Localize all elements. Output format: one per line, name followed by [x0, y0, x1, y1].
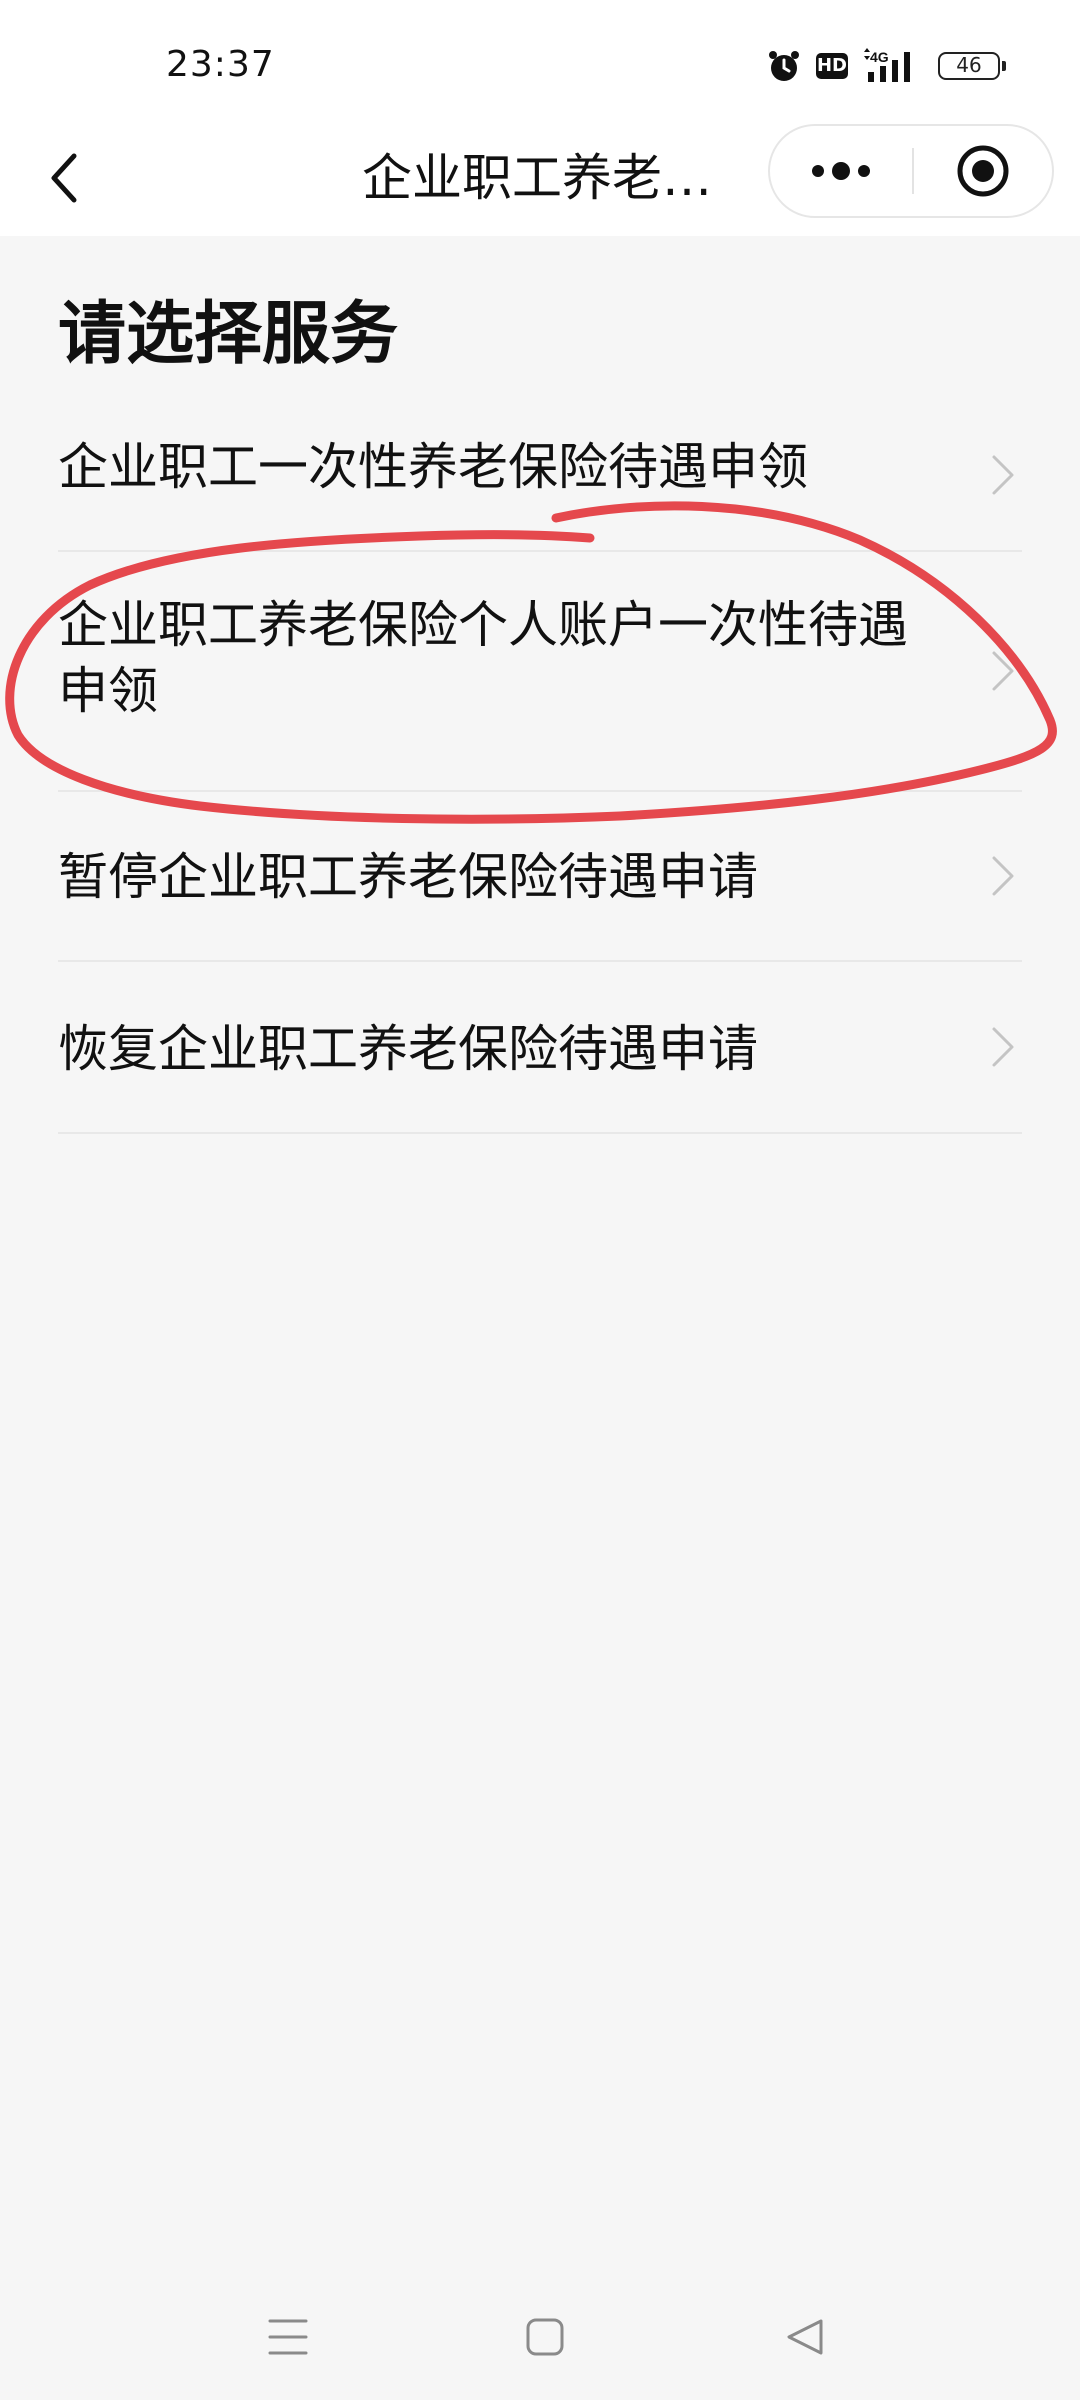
miniprogram-capsule: [768, 124, 1054, 218]
back-icon: [51, 153, 77, 203]
more-icon: [812, 162, 870, 180]
service-item-label: 企业职工一次性养老保险待遇申领: [58, 438, 808, 496]
back-button[interactable]: [28, 142, 100, 214]
system-nav-bar: [0, 2290, 1080, 2380]
menu-icon: [268, 2319, 308, 2355]
service-item-suspend-pension[interactable]: 暂停企业职工养老保险待遇申请: [58, 792, 1022, 962]
screen: 23:37 HD 4G 46 企业职工养老… 请选择服务 企业职工一次性养老保险…: [0, 0, 1080, 2400]
alarm-icon: [769, 51, 799, 81]
more-button[interactable]: [770, 126, 912, 216]
home-icon: [526, 2318, 564, 2356]
back-triangle-icon: [787, 2319, 823, 2355]
service-item-label: 恢复企业职工养老保险待遇申请: [58, 1020, 758, 1078]
service-item-label: 企业职工养老保险个人账户一次性待遇 申领: [58, 596, 908, 720]
menu-button[interactable]: [258, 2310, 318, 2364]
page-title: 企业职工养老…: [362, 149, 712, 207]
chevron-right-icon: [992, 455, 1014, 495]
system-back-button[interactable]: [775, 2310, 835, 2364]
section-title: 请选择服务: [58, 295, 399, 374]
chevron-right-icon: [992, 651, 1014, 691]
hd-icon: HD: [816, 53, 848, 79]
service-item-label: 暂停企业职工养老保险待遇申请: [58, 848, 758, 906]
status-icons: HD 4G 46: [766, 44, 1006, 88]
signal-4g-icon: 4G: [864, 48, 910, 82]
home-button[interactable]: [515, 2310, 575, 2364]
chevron-right-icon: [992, 856, 1014, 896]
service-list: 企业职工一次性养老保险待遇申领 企业职工养老保险个人账户一次性待遇 申领 暂停企…: [58, 400, 1022, 1134]
service-item-one-time-pension[interactable]: 企业职工一次性养老保险待遇申领: [58, 400, 1022, 552]
status-bar: 23:37 HD 4G 46: [0, 0, 1080, 120]
close-miniprogram-button[interactable]: [914, 126, 1052, 216]
network-label: 4G: [870, 49, 889, 65]
battery-icon: 46: [938, 52, 1006, 80]
service-item-resume-pension[interactable]: 恢复企业职工养老保险待遇申请: [58, 962, 1022, 1134]
service-item-personal-account-one-time[interactable]: 企业职工养老保险个人账户一次性待遇 申领: [58, 552, 1022, 792]
close-miniprogram-icon: [957, 145, 1009, 197]
status-time: 23:37: [166, 44, 275, 85]
nav-bar: 企业职工养老…: [0, 120, 1080, 236]
chevron-right-icon: [992, 1027, 1014, 1067]
